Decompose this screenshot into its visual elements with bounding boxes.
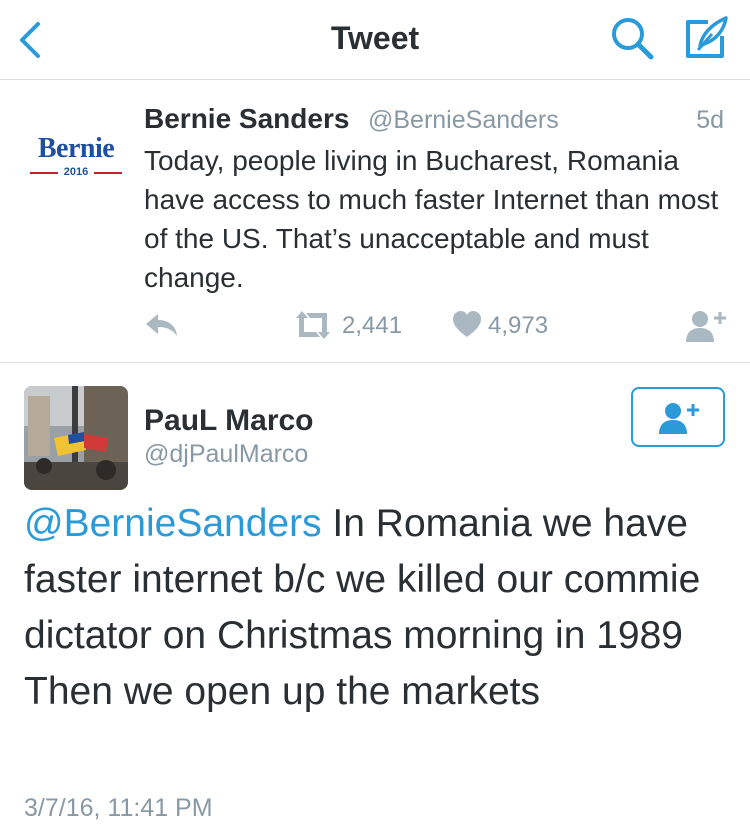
heart-icon [452,310,482,343]
author-name[interactable]: PauL Marco [144,404,314,438]
author-handle[interactable]: @djPaulMarco [144,440,308,469]
follow-button[interactable] [631,387,725,447]
like-count: 4,973 [488,312,549,339]
add-user-icon [657,401,701,440]
like-button[interactable]: 4,973 [452,308,572,342]
tweet-age: 5d [696,106,724,134]
author-handle[interactable]: @BernieSanders [368,106,559,135]
logo-stripe-right [94,172,122,174]
author-name[interactable]: Bernie Sanders [144,103,349,135]
tweet-timestamp: 3/7/16, 11:41 PM [24,794,213,822]
tweet-text: Today, people living in Bucharest, Roman… [144,145,719,293]
follow-icon[interactable] [684,308,728,344]
logo-wordmark: Bernie [37,133,115,164]
nav-bar: Tweet [0,0,750,80]
avatar[interactable] [24,386,128,490]
retweet-button[interactable]: 2,441 [292,308,442,342]
retweet-count: 2,441 [342,312,403,339]
tweet-actions: 2,441 4,973 [0,306,750,346]
mention-link[interactable]: @BernieSanders [24,502,322,545]
tweet-paul[interactable]: PauL Marco @djPaulMarco @BernieSanders I… [0,364,750,830]
search-icon[interactable] [608,14,656,62]
tweet-bernie[interactable]: Bernie 2016 Bernie Sanders @BernieSander… [0,81,750,363]
compose-icon[interactable] [680,12,732,64]
retweet-icon [292,308,334,347]
tweet-text: @BernieSanders In Romania we have faster… [24,496,734,720]
reply-icon[interactable] [142,308,182,342]
bernie-logo[interactable]: Bernie 2016 [24,133,128,183]
